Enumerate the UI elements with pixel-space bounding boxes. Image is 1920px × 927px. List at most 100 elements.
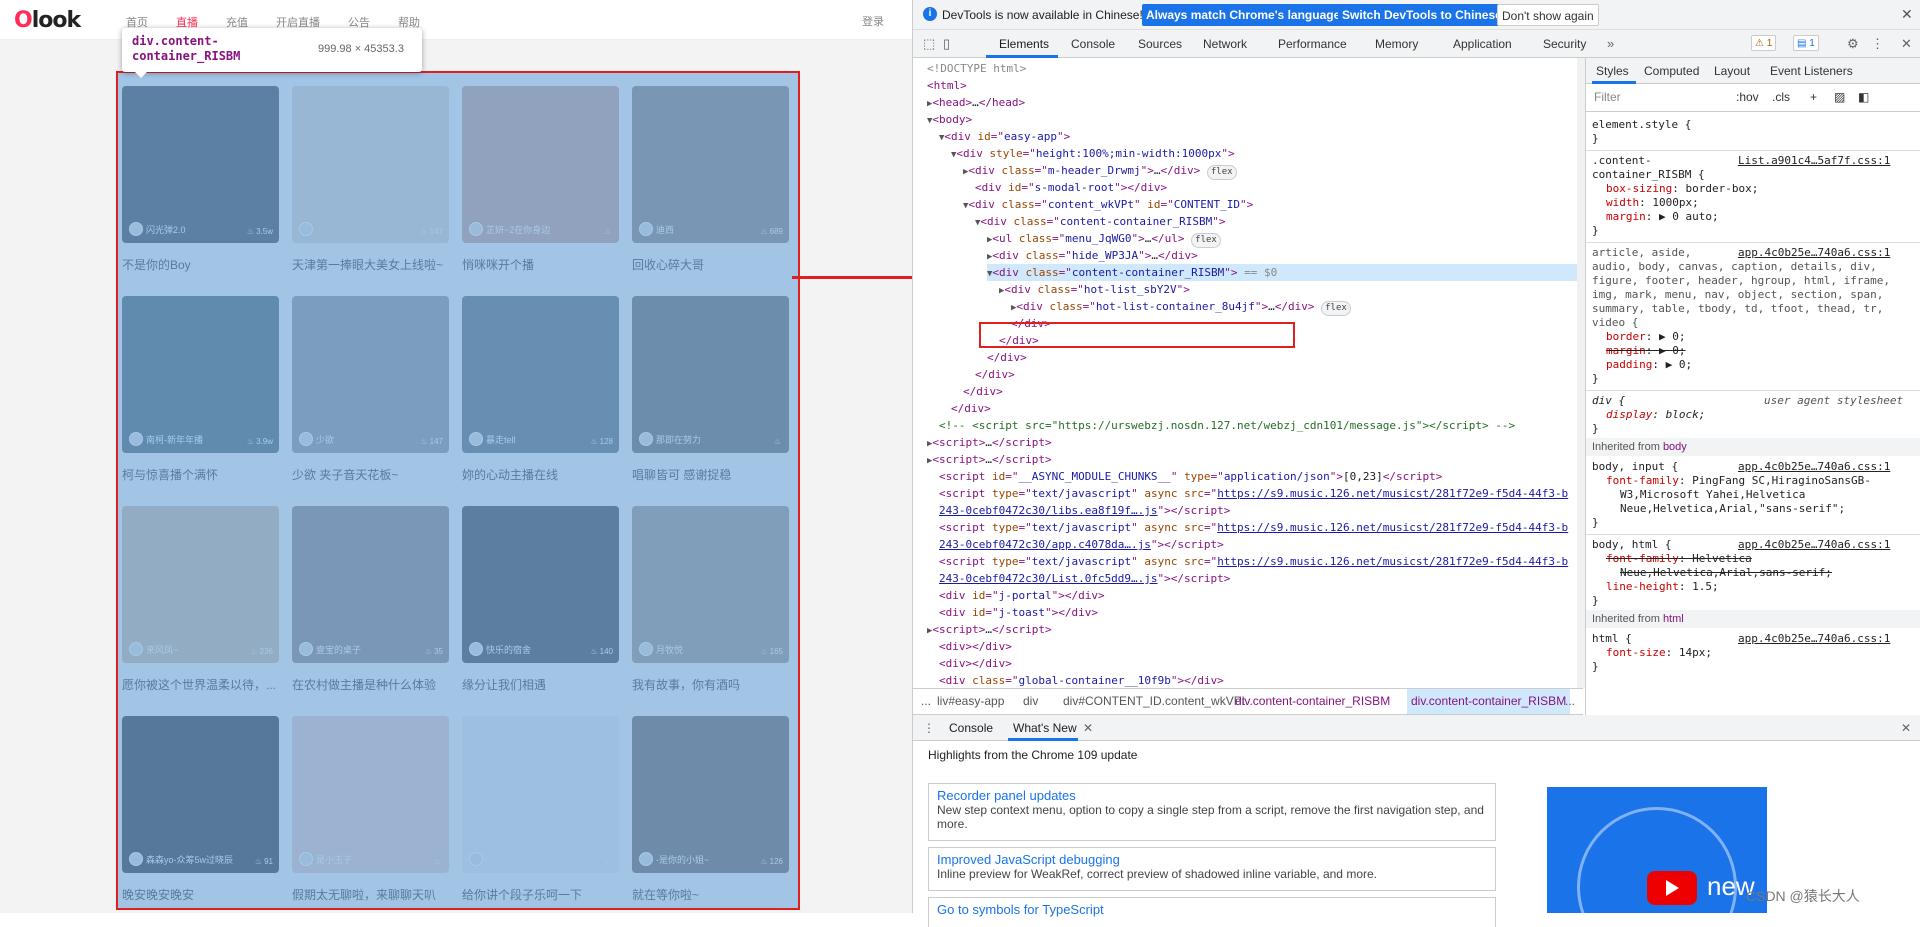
add-rule-icon[interactable]: + bbox=[1810, 90, 1817, 104]
dom-line[interactable]: ▼<body> bbox=[927, 111, 972, 128]
tab-sources[interactable]: Sources bbox=[1138, 37, 1182, 51]
style-prop-overridden[interactable]: font-family: Helvetica bbox=[1606, 552, 1752, 566]
style-prop[interactable]: padding: ▶ 0; bbox=[1606, 358, 1692, 372]
dom-line[interactable]: 243-0cebf0472c30/List.0fc5dd9….js"></scr… bbox=[939, 570, 1230, 587]
match-language-button[interactable]: Always match Chrome's language bbox=[1142, 4, 1345, 26]
style-rule[interactable]: .content- bbox=[1592, 154, 1652, 168]
switch-language-button[interactable]: Switch DevTools to Chinese bbox=[1338, 4, 1506, 26]
style-rule[interactable]: div { bbox=[1592, 394, 1625, 408]
dom-line[interactable]: 243-0cebf0472c30/libs.ea8f19f….js"></scr… bbox=[939, 502, 1230, 519]
login-link[interactable]: 登录 bbox=[862, 13, 884, 29]
styles-filter-input[interactable]: Filter bbox=[1594, 90, 1621, 104]
youtube-play-icon[interactable] bbox=[1647, 871, 1697, 905]
style-source-link[interactable]: List.a901c4…5af7f.css:1 bbox=[1738, 154, 1890, 168]
style-rule[interactable]: body, html { bbox=[1592, 538, 1671, 552]
breadcrumb-item[interactable]: div bbox=[1023, 689, 1038, 714]
style-source-link[interactable]: app.4c0b25e…740a6.css:1 bbox=[1738, 538, 1890, 552]
hov-toggle[interactable]: :hov bbox=[1736, 90, 1759, 104]
dom-line[interactable]: <div id="j-toast"></div> bbox=[939, 604, 1098, 621]
tab-console[interactable]: Console bbox=[1071, 37, 1115, 51]
dom-line[interactable]: ▼<div style="height:100%;min-width:1000p… bbox=[951, 145, 1235, 162]
dom-line[interactable]: <div></div> bbox=[939, 638, 1012, 655]
dom-line[interactable]: ▶<div class="m-header_Drwmj">…</div> fle… bbox=[963, 162, 1237, 180]
tab-elements[interactable]: Elements bbox=[999, 37, 1049, 51]
tab-network[interactable]: Network bbox=[1203, 37, 1247, 51]
dom-line[interactable]: <!DOCTYPE html> bbox=[927, 60, 1026, 77]
dom-line[interactable]: ▶<div class="hot-list-container_8u4jf">…… bbox=[1011, 298, 1351, 316]
whats-new-item[interactable]: Go to symbols for TypeScript bbox=[928, 897, 1496, 927]
whats-new-item[interactable]: Recorder panel updates New step context … bbox=[928, 783, 1496, 841]
dom-line[interactable]: ▼<div class="content_wkVPt" id="CONTENT_… bbox=[963, 196, 1253, 213]
device-toolbar-icon[interactable]: ▯ bbox=[943, 36, 950, 52]
whats-new-item-title[interactable]: Go to symbols for TypeScript bbox=[937, 902, 1487, 917]
whats-new-item[interactable]: Improved JavaScript debugging Inline pre… bbox=[928, 847, 1496, 891]
style-source-link[interactable]: app.4c0b25e…740a6.css:1 bbox=[1738, 246, 1890, 260]
dom-line[interactable]: <div id="s-modal-root"></div> bbox=[975, 179, 1167, 196]
dom-line[interactable]: ▶<script>…</script> bbox=[927, 451, 1052, 468]
breadcrumb-item[interactable]: div.content-container_RISBM bbox=[1235, 689, 1390, 714]
breadcrumb-item[interactable]: ... bbox=[1565, 689, 1575, 714]
drawer-tab-console[interactable]: Console bbox=[949, 721, 993, 735]
dom-line[interactable]: ▶<div class="hide_WP3JA">…</div> bbox=[987, 247, 1198, 264]
style-rule[interactable]: article, aside, bbox=[1592, 246, 1691, 260]
tab-performance[interactable]: Performance bbox=[1278, 37, 1347, 51]
dom-line[interactable]: <script type="text/javascript" async src… bbox=[939, 519, 1568, 536]
inspect-element-icon[interactable]: ⬚ bbox=[923, 36, 935, 52]
dom-line[interactable]: <html> bbox=[927, 77, 967, 94]
style-prop[interactable]: font-family: PingFang SC,HiraginoSansGB- bbox=[1606, 474, 1871, 488]
site-logo[interactable]: Olook bbox=[14, 8, 81, 33]
dom-line[interactable]: ▶<script>…</script> bbox=[927, 434, 1052, 451]
dom-line[interactable]: ▶<ul class="menu_JqWG0">…</ul> flex bbox=[987, 230, 1221, 248]
dom-line[interactable]: </div> bbox=[963, 383, 1003, 400]
styles-tab-event-listeners[interactable]: Event Listeners bbox=[1770, 64, 1853, 78]
more-tabs-icon[interactable]: » bbox=[1607, 36, 1614, 51]
style-source-link[interactable]: app.4c0b25e…740a6.css:1 bbox=[1738, 632, 1890, 646]
style-rule[interactable]: body, input { bbox=[1592, 460, 1678, 474]
style-prop[interactable]: width: 1000px; bbox=[1606, 196, 1699, 210]
tab-memory[interactable]: Memory bbox=[1375, 37, 1418, 51]
style-prop-overridden[interactable]: margin: ▶ 0; bbox=[1606, 344, 1686, 358]
close-icon[interactable]: ✕ bbox=[1901, 6, 1913, 23]
breadcrumb-item[interactable]: ... bbox=[921, 689, 931, 714]
style-rule[interactable]: html { bbox=[1592, 632, 1632, 646]
close-tab-icon[interactable]: ✕ bbox=[1083, 721, 1093, 735]
sidebar-toggle-icon[interactable]: ◧ bbox=[1858, 90, 1869, 104]
drawer-tab-whats-new[interactable]: What's New bbox=[1013, 721, 1077, 735]
dom-line-selected[interactable]: ▼<div class="content-container_RISBM"> =… bbox=[987, 264, 1577, 281]
dom-line[interactable]: ▶<head>…</head> bbox=[927, 94, 1025, 111]
dom-line[interactable]: <div class="global-container__10f9b"></d… bbox=[939, 672, 1224, 688]
close-devtools-icon[interactable]: ✕ bbox=[1901, 36, 1912, 52]
styles-tab-computed[interactable]: Computed bbox=[1644, 64, 1699, 78]
style-prop[interactable]: line-height: 1.5; bbox=[1606, 580, 1719, 594]
cls-toggle[interactable]: .cls bbox=[1772, 90, 1790, 104]
dom-line[interactable]: ▶<div class="hot-list_sbY2V"> bbox=[999, 281, 1190, 298]
dom-line[interactable]: ▶<script>…</script> bbox=[927, 621, 1052, 638]
dom-line[interactable]: <script id="__ASYNC_MODULE_CHUNKS__" typ… bbox=[939, 468, 1442, 485]
dom-line[interactable]: ▼<div class="content-container_RISBM"> bbox=[975, 213, 1226, 230]
dom-line[interactable]: </div> bbox=[951, 400, 991, 417]
dom-line[interactable]: </div> bbox=[975, 366, 1015, 383]
close-drawer-icon[interactable]: ✕ bbox=[1901, 721, 1911, 735]
whats-new-item-title[interactable]: Recorder panel updates bbox=[937, 788, 1487, 803]
dom-line[interactable]: <!-- <script src="https://urswebzj.nosdn… bbox=[939, 417, 1515, 434]
dom-line[interactable]: 243-0cebf0472c30/app.c4078da….js"></scri… bbox=[939, 536, 1224, 553]
drawer-menu-icon[interactable]: ⋮ bbox=[923, 721, 935, 735]
message-badge[interactable]: ▤ 1 bbox=[1793, 35, 1819, 51]
style-prop[interactable]: border: ▶ 0; bbox=[1606, 330, 1686, 344]
dont-show-again-button[interactable]: Don't show again bbox=[1497, 4, 1599, 26]
breadcrumb-item[interactable]: liv#easy-app bbox=[937, 689, 1004, 714]
tab-application[interactable]: Application bbox=[1453, 37, 1512, 51]
style-source-link[interactable]: app.4c0b25e…740a6.css:1 bbox=[1738, 460, 1890, 474]
styles-tab-styles[interactable]: Styles bbox=[1596, 64, 1629, 78]
styles-tab-layout[interactable]: Layout bbox=[1714, 64, 1750, 78]
style-rule[interactable]: element.style { bbox=[1592, 118, 1691, 132]
style-prop[interactable]: box-sizing: border-box; bbox=[1606, 182, 1758, 196]
dom-line[interactable]: </div> bbox=[987, 349, 1027, 366]
dom-line[interactable]: ▼<div id="easy-app"> bbox=[939, 128, 1070, 145]
breadcrumb-item[interactable]: div.content-container_RISBM bbox=[1407, 689, 1571, 714]
style-prop[interactable]: font-size: 14px; bbox=[1606, 646, 1712, 660]
dom-line[interactable]: <div></div> bbox=[939, 655, 1012, 672]
dom-line[interactable]: <div id="j-portal"></div> bbox=[939, 587, 1105, 604]
breadcrumb-item[interactable]: div#CONTENT_ID.content_wkVPt bbox=[1063, 689, 1245, 714]
tab-security[interactable]: Security bbox=[1543, 37, 1586, 51]
